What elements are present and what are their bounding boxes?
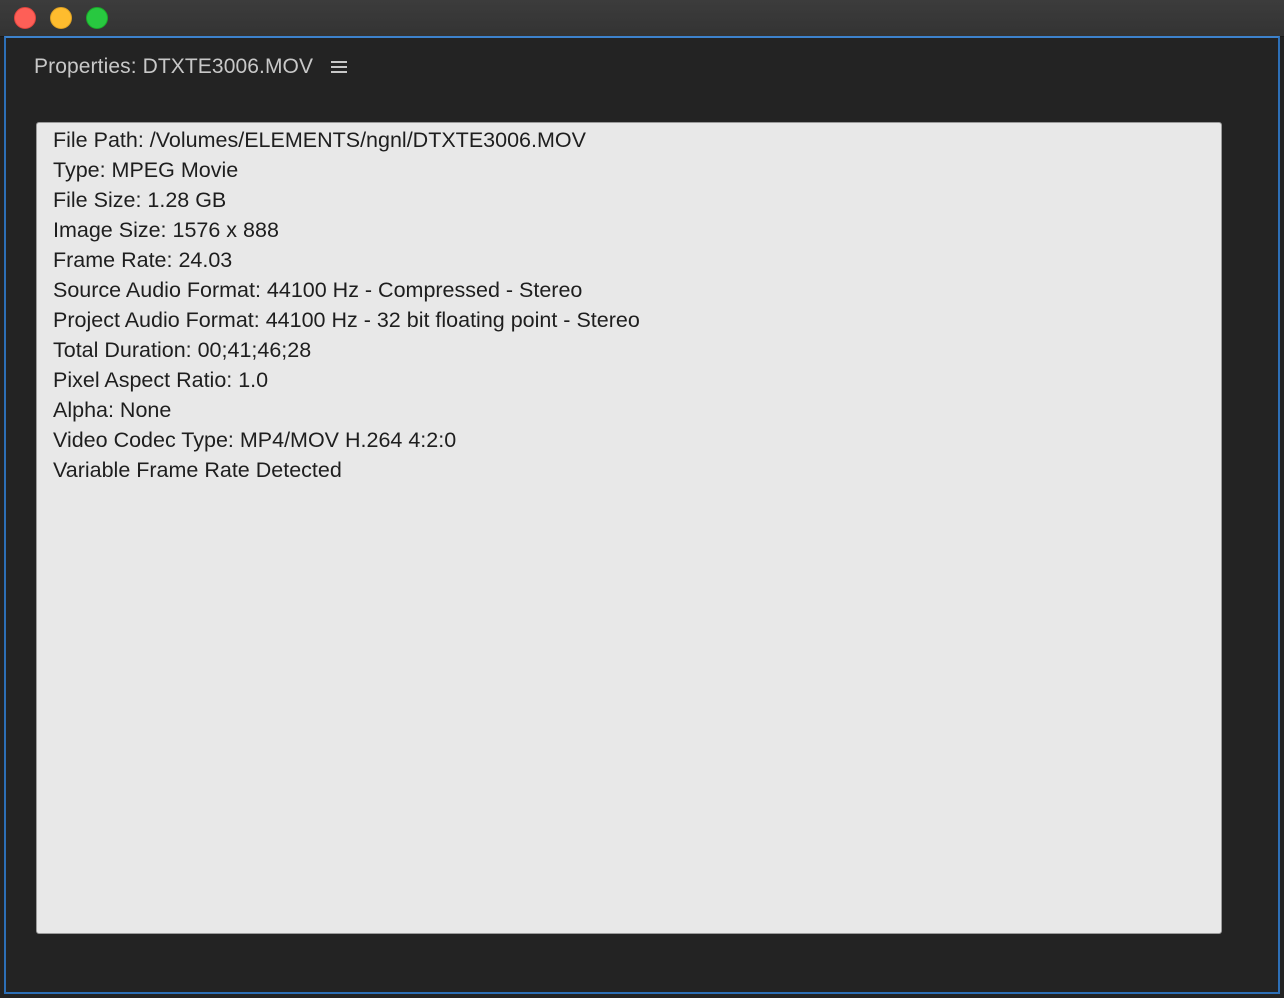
property-project-audio-format: Project Audio Format: 44100 Hz - 32 bit …: [53, 308, 640, 332]
property-variable-frame-rate: Variable Frame Rate Detected: [53, 458, 342, 482]
close-window-button[interactable]: [14, 7, 36, 29]
property-image-size: Image Size: 1576 x 888: [53, 218, 279, 242]
property-source-audio-format: Source Audio Format: 44100 Hz - Compress…: [53, 278, 583, 302]
minimize-window-button[interactable]: [50, 7, 72, 29]
properties-window: Properties: DTXTE3006.MOV File Path: /Vo…: [0, 0, 1284, 998]
property-type: Type: MPEG Movie: [53, 158, 239, 182]
property-total-duration: Total Duration: 00;41;46;28: [53, 338, 312, 362]
properties-text-area[interactable]: File Path: /Volumes/ELEMENTS/ngnl/DTXTE3…: [36, 122, 1222, 934]
panel-header: Properties: DTXTE3006.MOV: [34, 52, 348, 82]
property-pixel-aspect-ratio: Pixel Aspect Ratio: 1.0: [53, 368, 269, 392]
property-video-codec-type: Video Codec Type: MP4/MOV H.264 4:2:0: [53, 428, 457, 452]
zoom-window-button[interactable]: [86, 7, 108, 29]
window-titlebar[interactable]: [0, 0, 1284, 37]
hamburger-menu-icon[interactable]: [331, 60, 348, 74]
properties-panel: Properties: DTXTE3006.MOV File Path: /Vo…: [4, 36, 1280, 994]
property-file-size: File Size: 1.28 GB: [53, 188, 227, 212]
property-file-path: File Path: /Volumes/ELEMENTS/ngnl/DTXTE3…: [53, 128, 586, 152]
panel-title[interactable]: Properties: DTXTE3006.MOV: [34, 55, 313, 79]
property-frame-rate: Frame Rate: 24.03: [53, 248, 233, 272]
property-alpha: Alpha: None: [53, 398, 172, 422]
